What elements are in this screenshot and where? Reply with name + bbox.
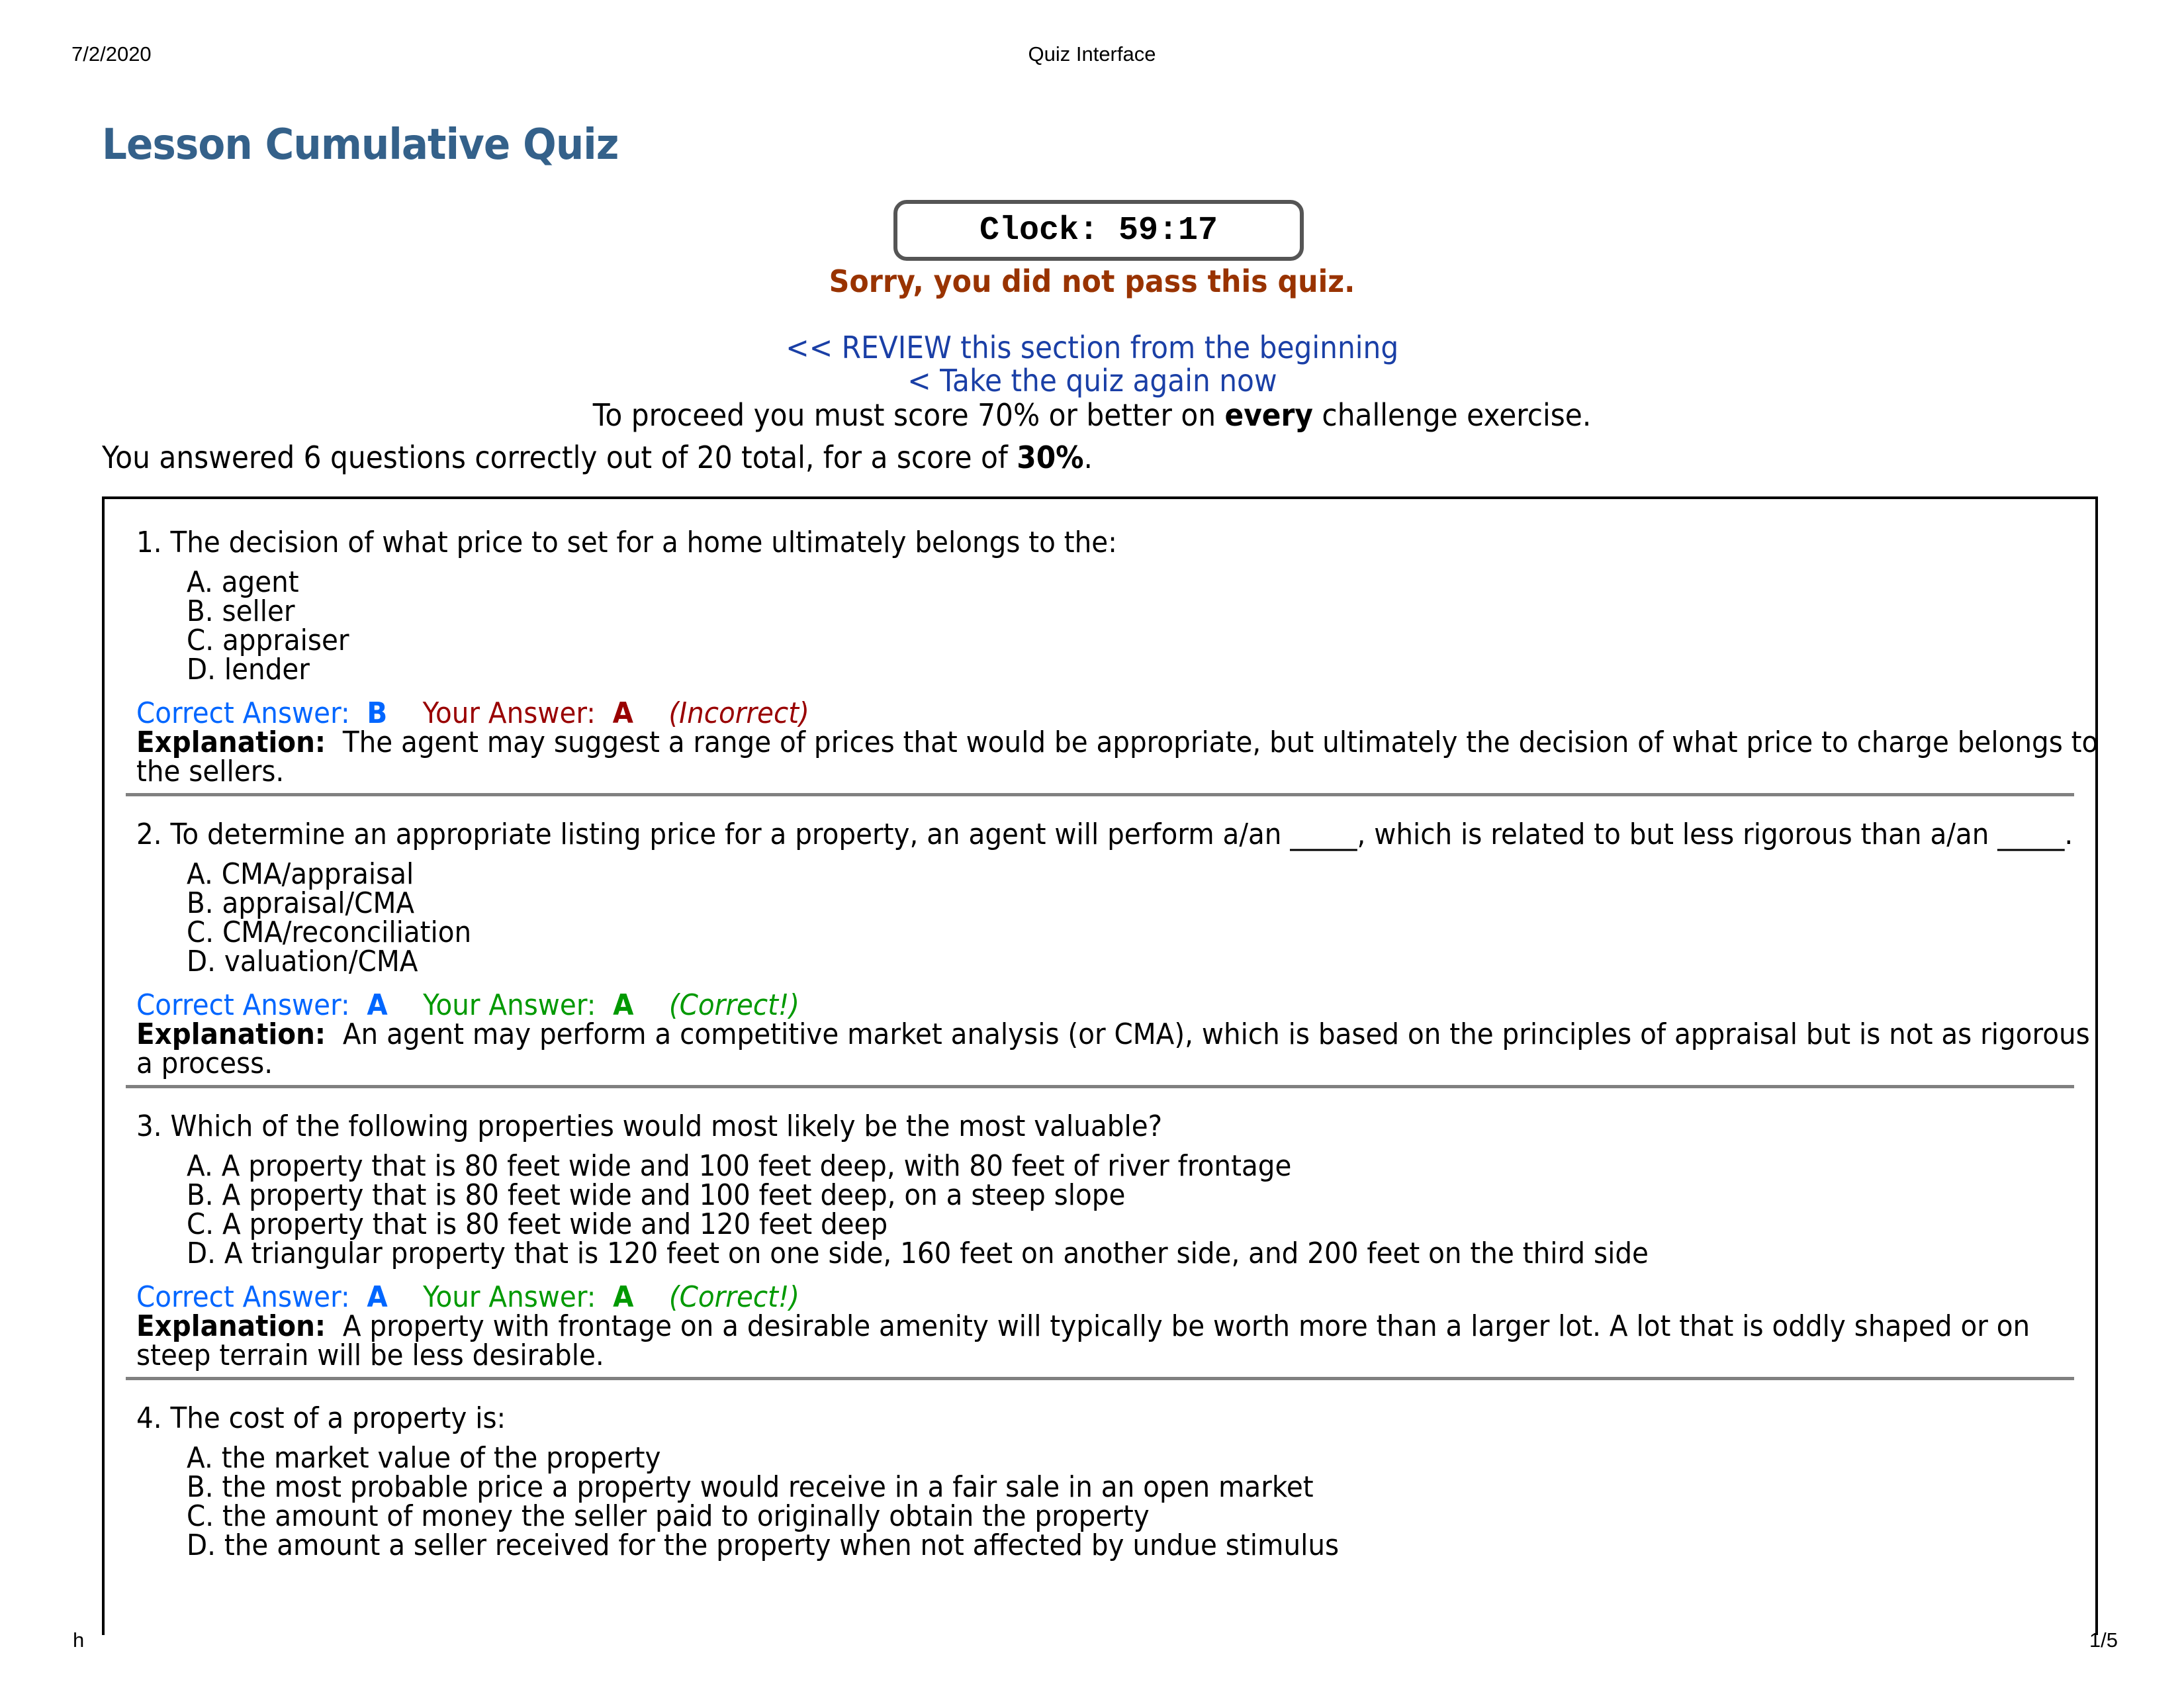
proceed-suffix: challenge exercise.: [1312, 397, 1592, 433]
option-item: B. A property that is 80 feet wide and 1…: [187, 1178, 1126, 1212]
option-item: D. lender: [187, 653, 310, 686]
question-item: 2. To determine an appropriate listing p…: [126, 818, 2090, 1088]
explanation-text: A property with frontage on a desirable …: [136, 1309, 2030, 1372]
score-summary: You answered 6 questions correctly out o…: [102, 440, 1093, 475]
explanation-text: An agent may perform a competitive marke…: [136, 1017, 2090, 1080]
option-item: B. appraisal/CMA: [187, 886, 415, 920]
option-item: C. CMA/reconciliation: [187, 915, 472, 949]
score-value: 30%: [1017, 440, 1084, 475]
proceed-requirement: To proceed you must score 70% or better …: [87, 397, 2097, 433]
option-item: A. A property that is 80 feet wide and 1…: [187, 1149, 1292, 1183]
question-item: 3. Which of the following properties wou…: [126, 1112, 2074, 1380]
option-item: B. seller: [187, 594, 295, 628]
fail-message: Sorry, you did not pass this quiz.: [829, 263, 1355, 299]
option-list: A. the market value of the property B. t…: [136, 1444, 2074, 1560]
retake-link-row: < Take the quiz again now: [0, 363, 2184, 399]
option-item: C. the amount of money the seller paid t…: [187, 1499, 1150, 1533]
question-item: 1. The decision of what price to set for…: [126, 526, 2098, 796]
answer-summary: Correct Answer: A Your Answer: A (Correc…: [136, 1283, 1919, 1312]
option-item: D. the amount a seller received for the …: [187, 1528, 1340, 1562]
page-title: Lesson Cumulative Quiz: [102, 120, 619, 169]
score-suffix: .: [1083, 440, 1093, 475]
option-item: A. CMA/appraisal: [187, 857, 414, 891]
question-text: 3. Which of the following properties wou…: [136, 1109, 1163, 1143]
option-item: C. appraiser: [187, 624, 349, 657]
option-item: C. A property that is 80 feet wide and 1…: [187, 1207, 888, 1241]
option-list: A. A property that is 80 feet wide and 1…: [136, 1152, 2074, 1268]
print-footer-left: h: [73, 1628, 85, 1652]
explanation-text: The agent may suggest a range of prices …: [136, 726, 2099, 788]
quiz-clock: Clock: 59:17: [893, 200, 1304, 261]
option-item: B. the most probable price a property wo…: [187, 1470, 1314, 1504]
explanation: Explanation: The agent may suggest a ran…: [136, 728, 2109, 786]
question-text: 4. The cost of a property is:: [136, 1401, 506, 1435]
print-title: Quiz Interface: [1028, 42, 1156, 66]
review-link-row: << REVIEW this section from the beginnin…: [0, 330, 2184, 365]
question-text: 2. To determine an appropriate listing p…: [136, 818, 2073, 851]
option-item: A. the market value of the property: [187, 1441, 661, 1475]
page-number: 1/5: [2089, 1628, 2118, 1652]
results-panel: 1. The decision of what price to set for…: [102, 496, 2098, 1635]
answer-summary: Correct Answer: B Your Answer: A (Incorr…: [136, 699, 1919, 728]
question-text: 1. The decision of what price to set for…: [136, 526, 1117, 559]
option-item: D. valuation/CMA: [187, 945, 418, 978]
option-list: A. CMA/appraisal B. appraisal/CMA C. CMA…: [136, 860, 2074, 976]
answer-summary: Correct Answer: A Your Answer: A (Correc…: [136, 991, 1919, 1020]
retake-quiz-link[interactable]: < Take the quiz again now: [907, 363, 1277, 399]
option-list: A. agent B. seller C. appraiser D. lende…: [136, 568, 2074, 684]
question-item: 4. The cost of a property is: A. the mar…: [126, 1404, 2074, 1581]
proceed-emphasis: every: [1224, 397, 1313, 433]
score-prefix: You answered 6 questions correctly out o…: [102, 440, 1017, 475]
option-item: A. agent: [187, 565, 299, 599]
proceed-prefix: To proceed you must score 70% or better …: [592, 397, 1225, 433]
explanation: Explanation: A property with frontage on…: [136, 1312, 2109, 1370]
explanation: Explanation: An agent may perform a comp…: [136, 1020, 2109, 1078]
review-section-link[interactable]: << REVIEW this section from the beginnin…: [786, 330, 1398, 365]
option-item: D. A triangular property that is 120 fee…: [187, 1237, 1649, 1270]
